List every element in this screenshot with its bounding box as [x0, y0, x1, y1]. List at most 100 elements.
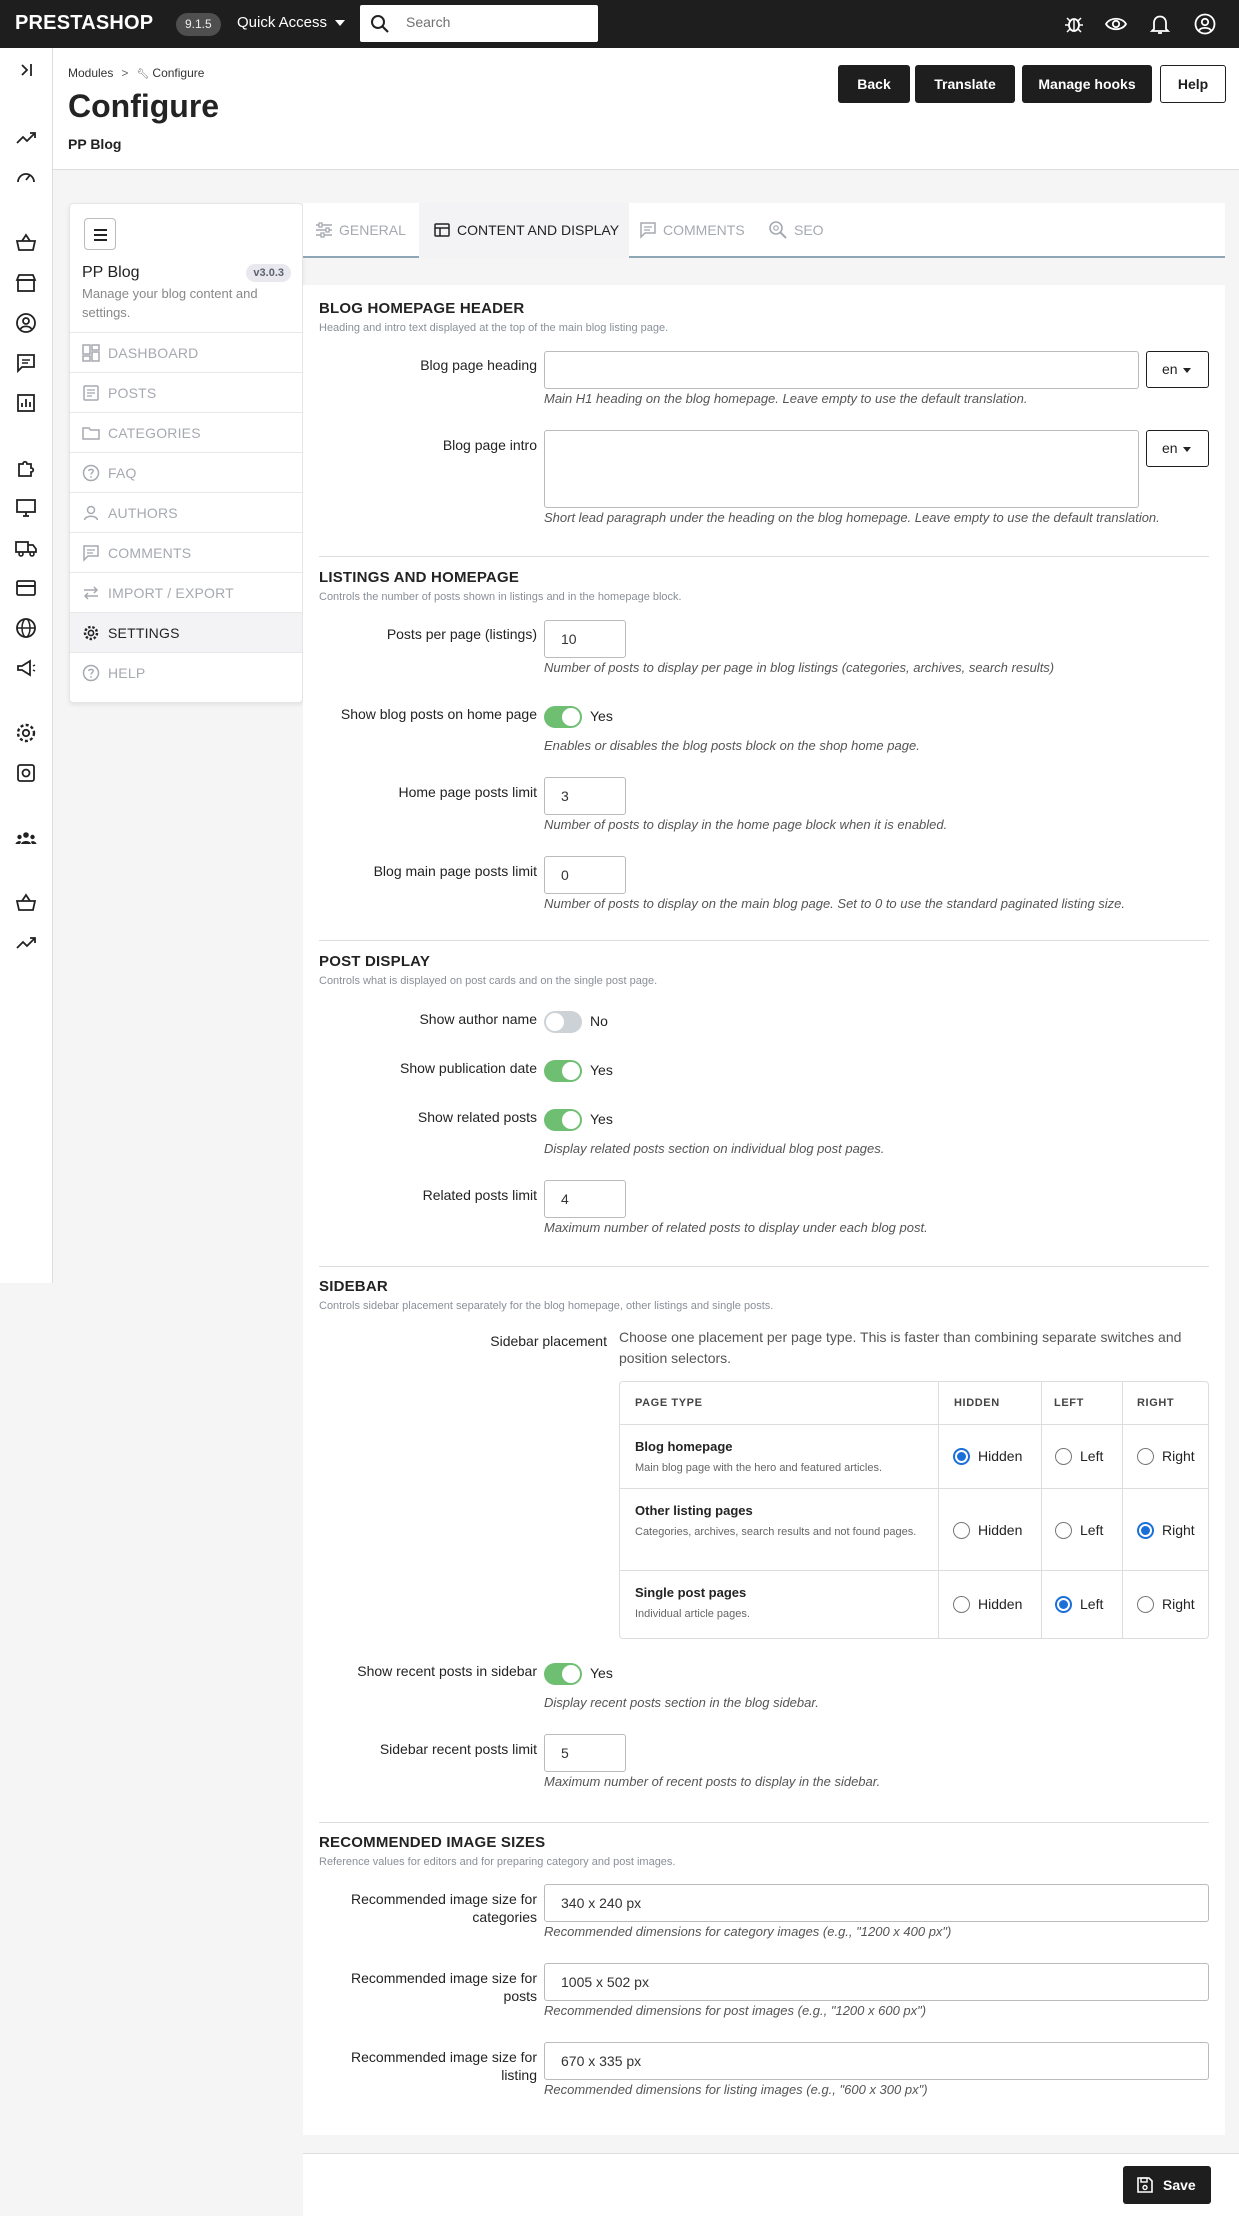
placement-description: Choose one placement per page type. This… [619, 1329, 1182, 1366]
stats-icon[interactable] [14, 391, 38, 415]
sidebar-recent-limit-input[interactable]: 5 [544, 1734, 626, 1772]
truck-icon[interactable] [14, 536, 38, 560]
related-posts-limit-input[interactable]: 4 [544, 1180, 626, 1218]
globe-icon[interactable] [14, 616, 38, 640]
toggle-knob [562, 1062, 580, 1080]
team-icon[interactable] [14, 826, 38, 850]
show-related-toggle[interactable] [544, 1109, 582, 1131]
swap-icon [83, 586, 99, 600]
field-help: Short lead paragraph under the heading o… [544, 510, 1160, 525]
row-page-type: Other listing pages [635, 1503, 753, 1518]
tab-general[interactable]: GENERAL [315, 203, 415, 258]
language-dropdown[interactable]: en [1146, 351, 1209, 388]
blog-heading-input[interactable] [544, 351, 1139, 389]
toggle-knob [562, 1111, 580, 1129]
customer-icon[interactable] [14, 311, 38, 335]
posts-per-page-input[interactable]: 10 [544, 620, 626, 658]
radio-label: Left [1080, 1596, 1104, 1612]
category-image-size-input[interactable]: 340 x 240 px [544, 1884, 1209, 1922]
menu-item-authors[interactable]: AUTHORS [70, 492, 302, 532]
help-icon [82, 664, 100, 682]
tab-comments[interactable]: COMMENTS [639, 203, 749, 258]
field-label: Recommended image size for listing [351, 2049, 537, 2083]
settings-gear-icon[interactable] [14, 721, 38, 745]
menu-item-categories[interactable]: CATEGORIES [70, 412, 302, 452]
main-page-limit-input[interactable]: 0 [544, 856, 626, 894]
radio-single-post-hidden[interactable] [953, 1596, 970, 1613]
field-help: Number of posts to display on the main b… [544, 896, 1126, 911]
field-label: Show related posts [417, 1109, 537, 1125]
breadcrumb-modules[interactable]: Modules [68, 66, 113, 80]
field-help: Display recent posts section in the blog… [544, 1695, 819, 1710]
menu-item-faq[interactable]: FAQ [70, 452, 302, 492]
trending-icon[interactable] [14, 126, 38, 150]
radio-blog-homepage-hidden[interactable] [953, 1448, 970, 1465]
language-code: en [1162, 440, 1178, 456]
monitor-icon[interactable] [14, 496, 38, 520]
speedometer-icon[interactable] [14, 166, 38, 190]
quick-access-menu[interactable]: Quick Access [237, 14, 346, 31]
row-divider [620, 1488, 1208, 1489]
field-label: Blog page heading [420, 357, 537, 373]
language-dropdown[interactable]: en [1146, 430, 1209, 467]
toggle-knob [562, 1665, 580, 1683]
eye-icon[interactable] [1104, 12, 1128, 36]
settings-panel: BLOG HOMEPAGE HEADER Heading and intro t… [303, 285, 1225, 2135]
store-icon[interactable] [14, 271, 38, 295]
tab-content-and-display[interactable]: CONTENT AND DISPLAY [419, 203, 629, 258]
show-date-toggle[interactable] [544, 1060, 582, 1082]
search-box[interactable] [360, 5, 598, 42]
advanced-settings-icon[interactable] [14, 761, 38, 785]
expand-sidebar-icon[interactable] [14, 58, 38, 82]
radio-blog-homepage-left[interactable] [1055, 1448, 1072, 1465]
menu-item-settings[interactable]: SETTINGS [70, 612, 302, 652]
radio-other-listing-left[interactable] [1055, 1522, 1072, 1539]
tab-seo[interactable]: SEO [768, 203, 838, 258]
translate-button[interactable]: Translate [915, 65, 1015, 103]
language-code: en [1162, 361, 1178, 377]
search-input[interactable] [406, 14, 586, 30]
prestashop-logo[interactable]: PRESTASHOP [15, 12, 153, 35]
menu-item-dashboard[interactable]: DASHBOARD [70, 332, 302, 372]
bug-icon[interactable] [1062, 12, 1086, 36]
blog-intro-textarea[interactable] [544, 430, 1139, 508]
bell-icon[interactable] [1148, 12, 1172, 36]
page-title: Configure [68, 88, 220, 124]
manage-hooks-button[interactable]: Manage hooks [1022, 65, 1152, 103]
field-help: Number of posts to display per page in b… [544, 660, 1055, 675]
radio-other-listing-right[interactable] [1137, 1522, 1154, 1539]
page-header: Modules > 🔧︎ Configure Configure PP Blog B… [53, 48, 1239, 170]
help-button[interactable]: Help [1160, 65, 1226, 103]
basket-icon[interactable] [14, 891, 38, 915]
menu-item-posts[interactable]: POSTS [70, 372, 302, 412]
radio-single-post-right[interactable] [1137, 1596, 1154, 1613]
menu-item-import-export[interactable]: IMPORT / EXPORT [70, 572, 302, 612]
trending-icon[interactable] [14, 931, 38, 955]
home-posts-limit-input[interactable]: 3 [544, 777, 626, 815]
basket-icon[interactable] [14, 231, 38, 255]
account-icon[interactable] [1193, 12, 1217, 36]
show-author-toggle[interactable] [544, 1011, 582, 1033]
menu-toggle-button[interactable] [84, 218, 116, 250]
radio-single-post-left[interactable] [1055, 1596, 1072, 1613]
post-image-size-input[interactable]: 1005 x 502 px [544, 1963, 1209, 2001]
table-header: RIGHT [1137, 1397, 1175, 1409]
save-button[interactable]: Save [1123, 2166, 1211, 2204]
section-subtitle: Controls sidebar placement separately fo… [319, 1300, 774, 1312]
radio-blog-homepage-right[interactable] [1137, 1448, 1154, 1465]
toggle-state: Yes [590, 1665, 613, 1681]
menu-item-help[interactable]: HELP [70, 652, 302, 692]
show-home-posts-toggle[interactable] [544, 706, 582, 728]
show-recent-posts-toggle[interactable] [544, 1663, 582, 1685]
back-button[interactable]: Back [838, 65, 910, 103]
megaphone-icon[interactable] [14, 656, 38, 680]
messages-icon[interactable] [14, 351, 38, 375]
radio-other-listing-hidden[interactable] [953, 1522, 970, 1539]
listing-image-size-input[interactable]: 670 x 335 px [544, 2042, 1209, 2080]
puzzle-icon[interactable] [14, 456, 38, 480]
credit-card-icon[interactable] [14, 576, 38, 600]
form-footer: Save [303, 2153, 1239, 2216]
menu-item-comments[interactable]: COMMENTS [70, 532, 302, 572]
field-help: Main H1 heading on the blog homepage. Le… [544, 391, 1028, 406]
radio-label: Right [1162, 1596, 1195, 1612]
